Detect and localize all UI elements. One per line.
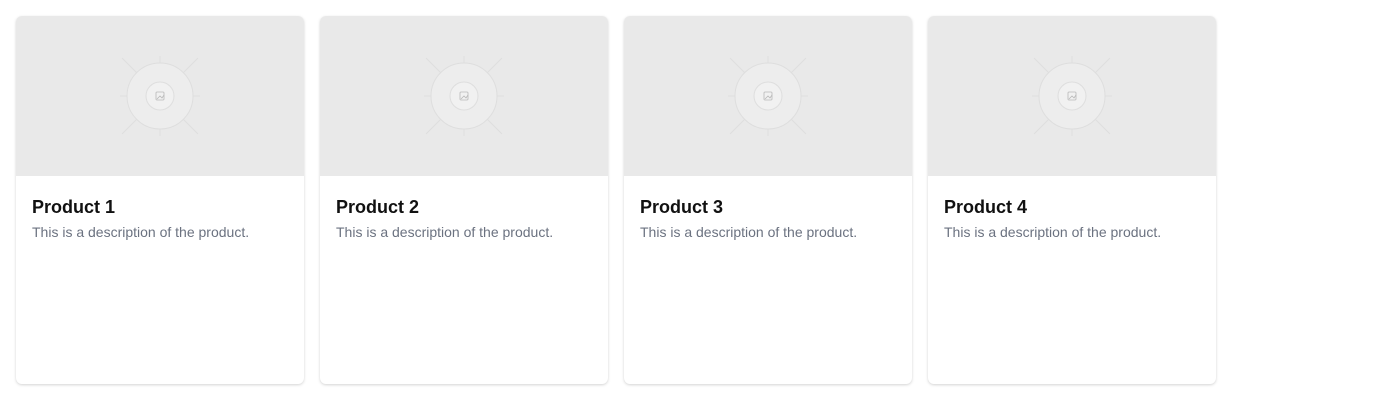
product-thumbnail: [928, 16, 1216, 176]
product-description: This is a description of the product.: [944, 224, 1162, 240]
product-thumbnail: [320, 16, 608, 176]
product-description: This is a description of the product.: [32, 224, 250, 240]
product-description: This is a description of the product.: [336, 224, 554, 240]
image-placeholder-icon: [728, 56, 808, 136]
image-placeholder-icon: [120, 56, 200, 136]
product-title: Product 2: [336, 197, 420, 217]
product-card[interactable]: Product 2 This is a description of the p…: [320, 16, 608, 384]
product-title: Product 3: [640, 197, 724, 217]
product-title: Product 1: [32, 197, 116, 217]
product-card[interactable]: Product 1 This is a description of the p…: [16, 16, 304, 384]
product-description: This is a description of the product.: [640, 224, 858, 240]
product-title: Product 4: [944, 197, 1028, 217]
product-grid: Product 1 This is a description of the p…: [16, 16, 1216, 384]
product-thumbnail: [16, 16, 304, 176]
product-card[interactable]: Product 4 This is a description of the p…: [928, 16, 1216, 384]
product-card[interactable]: Product 3 This is a description of the p…: [624, 16, 912, 384]
product-thumbnail: [624, 16, 912, 176]
image-placeholder-icon: [424, 56, 504, 136]
image-placeholder-icon: [1032, 56, 1112, 136]
